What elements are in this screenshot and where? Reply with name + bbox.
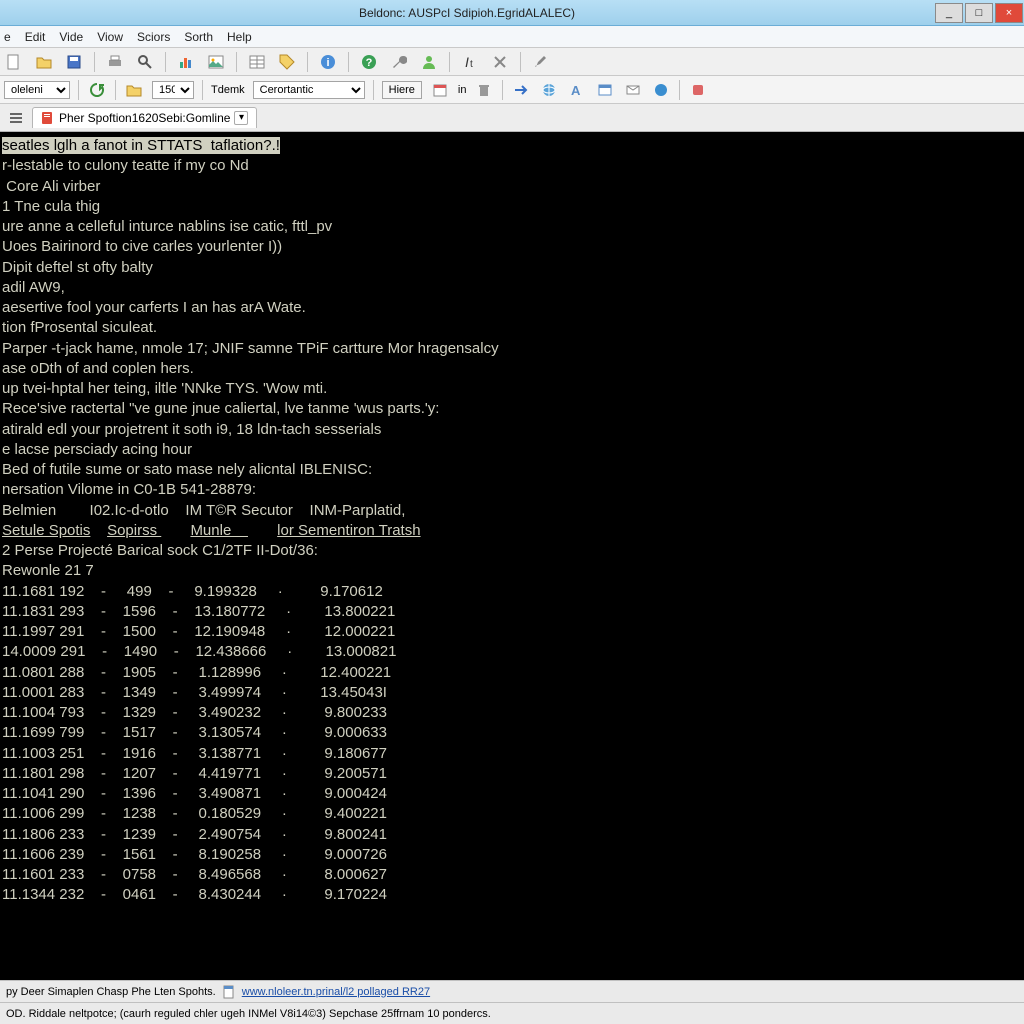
separator — [520, 52, 521, 72]
separator — [115, 80, 116, 100]
menu-item[interactable]: Edit — [25, 30, 46, 44]
separator — [449, 52, 450, 72]
separator — [165, 52, 166, 72]
tab-active[interactable]: Pher Spoftion1620Sebi:Gomline ▾ — [32, 107, 257, 128]
menu-item[interactable]: Viow — [97, 30, 123, 44]
zoom-select[interactable]: 150 — [152, 81, 194, 99]
window-controls: _ □ × — [934, 2, 1024, 24]
label: in — [458, 84, 467, 96]
status-link[interactable]: www.nloleer.tn.prinal/l2 pollaged RR27 — [242, 986, 430, 998]
search-icon[interactable] — [135, 52, 155, 72]
calendar-icon[interactable] — [430, 80, 450, 100]
tabbar: Pher Spoftion1620Sebi:Gomline ▾ — [0, 104, 1024, 132]
trash-icon[interactable] — [474, 80, 494, 100]
user-icon[interactable] — [419, 52, 439, 72]
window-icon[interactable] — [595, 80, 615, 100]
mode-select[interactable]: oleleni — [4, 81, 70, 99]
separator — [94, 52, 95, 72]
brush-icon[interactable] — [531, 52, 551, 72]
svg-text:i: i — [326, 57, 329, 69]
open-icon[interactable] — [34, 52, 54, 72]
folder-icon[interactable] — [124, 80, 144, 100]
svg-text:A: A — [571, 83, 581, 98]
statusbar-1: py Deer Simaplen Chasp Phe Lten Spohts. … — [0, 980, 1024, 1002]
titlebar: Beldonc: AUSPcI Sdipioh.EgridALALEC) _ □… — [0, 0, 1024, 26]
arrow-icon[interactable] — [511, 80, 531, 100]
svg-text:I: I — [465, 54, 469, 70]
separator — [502, 80, 503, 100]
refresh-icon[interactable] — [87, 80, 107, 100]
tab-close-button[interactable]: ▾ — [234, 111, 248, 125]
globe-icon[interactable] — [539, 80, 559, 100]
toolbar-secondary: oleleni 150 Tdemk Cerortantic Hiere in A — [0, 76, 1024, 104]
font-icon[interactable]: A — [567, 80, 587, 100]
table-icon[interactable] — [247, 52, 267, 72]
tag-icon[interactable] — [277, 52, 297, 72]
menu-item[interactable]: Sciors — [137, 30, 170, 44]
separator — [307, 52, 308, 72]
menu-item[interactable]: Vide — [59, 30, 83, 44]
here-button[interactable]: Hiere — [382, 81, 422, 99]
terminal-output[interactable]: seatles lglh a fanot in STTATS taflation… — [0, 132, 1024, 980]
maximize-button[interactable]: □ — [965, 3, 993, 23]
mail-icon[interactable] — [623, 80, 643, 100]
svg-text:?: ? — [366, 57, 373, 69]
separator — [679, 80, 680, 100]
text-icon[interactable]: It — [460, 52, 480, 72]
web-icon[interactable] — [651, 80, 671, 100]
doc-icon — [41, 111, 55, 125]
toolbar-main: i ? It — [0, 48, 1024, 76]
new-icon[interactable] — [4, 52, 24, 72]
doc-icon — [222, 985, 236, 999]
label: Tdemk — [211, 84, 245, 96]
font-select[interactable]: Cerortantic — [253, 81, 365, 99]
image-icon[interactable] — [206, 52, 226, 72]
svg-text:t: t — [470, 59, 473, 70]
list-icon[interactable] — [6, 108, 26, 128]
separator — [373, 80, 374, 100]
separator — [78, 80, 79, 100]
menu-item[interactable]: Sorth — [184, 30, 213, 44]
menubar: e Edit Vide Viow Sciors Sorth Help — [0, 26, 1024, 48]
app-icon[interactable] — [688, 80, 708, 100]
minimize-button[interactable]: _ — [935, 3, 963, 23]
delete-icon[interactable] — [490, 52, 510, 72]
help-icon[interactable]: ? — [359, 52, 379, 72]
tab-label: Pher Spoftion1620Sebi:Gomline — [59, 111, 230, 125]
separator — [236, 52, 237, 72]
save-icon[interactable] — [64, 52, 84, 72]
status-text: OD. Riddale neltpotce; (caurh reguled ch… — [6, 1008, 491, 1020]
separator — [202, 80, 203, 100]
status-text: py Deer Simaplen Chasp Phe Lten Spohts. — [6, 986, 216, 998]
menu-item[interactable]: e — [4, 30, 11, 44]
window-title: Beldonc: AUSPcI Sdipioh.EgridALALEC) — [0, 6, 934, 20]
chart-icon[interactable] — [176, 52, 196, 72]
separator — [348, 52, 349, 72]
menu-item[interactable]: Help — [227, 30, 252, 44]
close-button[interactable]: × — [995, 3, 1023, 23]
info-icon[interactable]: i — [318, 52, 338, 72]
print-icon[interactable] — [105, 52, 125, 72]
statusbar-2: OD. Riddale neltpotce; (caurh reguled ch… — [0, 1002, 1024, 1024]
wrench-icon[interactable] — [389, 52, 409, 72]
